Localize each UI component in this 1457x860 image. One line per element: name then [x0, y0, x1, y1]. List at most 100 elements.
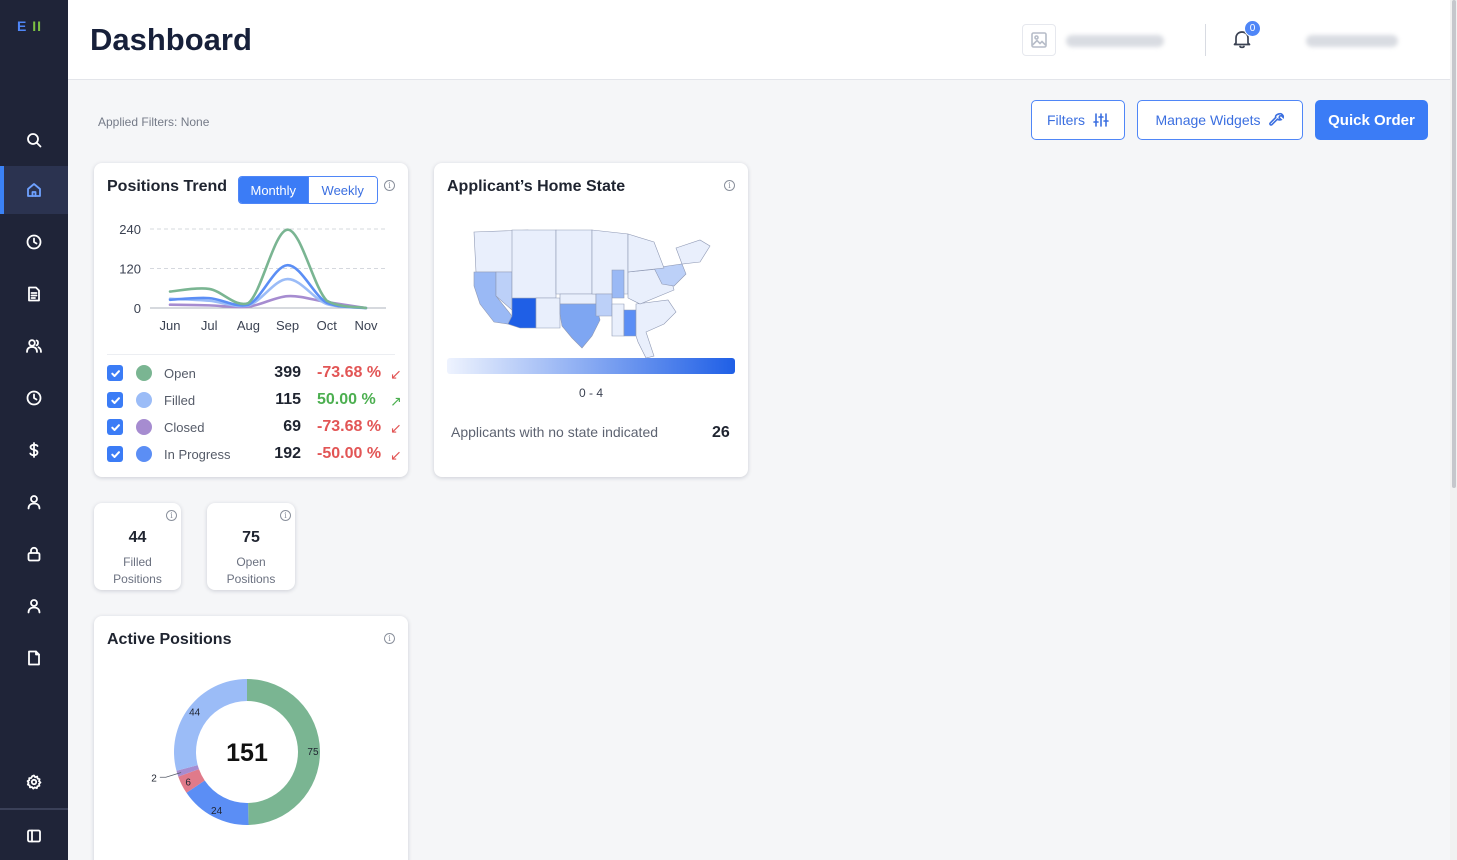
legend-change: -73.68 %: [317, 364, 382, 381]
legend-label: Filled: [164, 393, 196, 408]
check-icon: [110, 450, 120, 458]
legend-row-closed: Closed 69 -73.68 % ↙: [107, 417, 407, 437]
arrow-up-right-icon: ↗: [390, 393, 402, 409]
slice-label: 2: [151, 773, 157, 784]
trend-divider: [107, 354, 395, 355]
legend-checkbox[interactable]: [107, 419, 123, 435]
user-icon: [27, 495, 41, 510]
active-positions-title: Active Positions: [107, 631, 232, 648]
filled-positions-label: Filled Positions: [113, 555, 162, 586]
lock-icon: [27, 546, 41, 562]
x-tick-label: Jul: [201, 318, 218, 333]
arrow-down-left-icon: ↙: [390, 447, 402, 463]
notification-badge: 0: [1244, 20, 1261, 37]
top-header: Dashboard 0: [68, 0, 1450, 80]
gear-icon: [26, 774, 42, 790]
map-region-plains: [555, 229, 593, 295]
slice-label: 44: [189, 707, 201, 718]
legend-checkbox[interactable]: [107, 365, 123, 381]
image-icon: [1031, 32, 1047, 48]
sidebar-item-settings[interactable]: [0, 758, 68, 806]
sidebar-item-billing[interactable]: [0, 426, 68, 474]
map-region-illinois: [611, 269, 625, 299]
legend-color-dot: [136, 446, 152, 462]
toggle-weekly[interactable]: Weekly: [307, 177, 377, 203]
slice-label: 24: [211, 806, 223, 817]
legend-value: 399: [274, 364, 301, 381]
sidebar-toggle-icon: [27, 829, 41, 843]
filters-button[interactable]: Filters: [1031, 100, 1125, 140]
legend-value: 192: [274, 445, 301, 462]
sidebar-item-history[interactable]: [0, 218, 68, 266]
sidebar-item-home[interactable]: [0, 166, 68, 214]
legend-change: -73.68 %: [317, 418, 382, 435]
legend-change: -50.00 %: [317, 445, 382, 462]
map-region-oklahoma: [559, 293, 597, 305]
sidebar-item-files[interactable]: [0, 634, 68, 682]
clock-icon: [26, 234, 42, 250]
applied-filters-text: Applied Filters: None: [98, 115, 210, 129]
clock-icon: [26, 390, 42, 406]
legend-label: Closed: [164, 420, 205, 435]
open-positions-label: Open Positions: [226, 555, 276, 586]
quick-order-button[interactable]: Quick Order: [1315, 100, 1428, 140]
map-region-new-mexico: [535, 297, 561, 329]
no-state-label: Applicants with no state indicated: [451, 424, 659, 440]
positions-trend-chart: 0 120 240 Jun Jul Aug Sep Oct Nov: [119, 222, 386, 333]
legend-label: In Progress: [164, 447, 231, 462]
sidebar-item-timesheets[interactable]: [0, 374, 68, 422]
company-logo-placeholder[interactable]: [1022, 24, 1056, 56]
us-choropleth-map[interactable]: [468, 224, 718, 360]
map-region-alabama: [623, 309, 637, 337]
sidebar-item-search[interactable]: [0, 116, 68, 164]
slice-label: 6: [185, 777, 191, 788]
legend-checkbox[interactable]: [107, 446, 123, 462]
legend-change: 50.00 %: [317, 391, 376, 408]
info-icon[interactable]: i: [384, 180, 395, 191]
sliders-icon: [1093, 113, 1109, 127]
legend-row-filled: Filled 115 50.00 % ↗: [107, 390, 407, 410]
map-region-arkansas: [595, 293, 613, 317]
header-divider: [1205, 24, 1206, 56]
x-tick-label: Oct: [317, 318, 338, 333]
filled-positions-card[interactable]: i 44 Filled Positions: [94, 503, 181, 590]
document-icon: [28, 286, 40, 302]
trend-period-toggle: Monthly Weekly: [238, 176, 378, 204]
map-region-arizona: [507, 297, 537, 329]
legend-color-dot: [136, 419, 152, 435]
sidebar-collapse-toggle[interactable]: [0, 812, 68, 860]
sidebar-item-security[interactable]: [0, 530, 68, 578]
sidebar-item-documents[interactable]: [0, 270, 68, 318]
legend-row-open: Open 399 -73.68 % ↙: [107, 363, 407, 383]
y-tick-label: 120: [119, 262, 141, 277]
info-icon[interactable]: i: [724, 180, 735, 191]
slice-label: 75: [307, 747, 319, 758]
info-icon[interactable]: i: [384, 633, 395, 644]
brand-logo[interactable]: E II: [17, 18, 42, 34]
legend-row-in-progress: In Progress 192 -50.00 % ↙: [107, 444, 407, 464]
filled-positions-value: 44: [128, 529, 147, 546]
open-positions-value: 75: [242, 529, 260, 546]
user-name-redacted[interactable]: [1306, 35, 1398, 47]
info-icon[interactable]: i: [280, 510, 291, 521]
check-icon: [110, 369, 120, 377]
page-scrollbar-thumb[interactable]: [1452, 0, 1456, 488]
info-icon[interactable]: i: [166, 510, 177, 521]
active-positions-donut: 75 24 6 2 44 151: [151, 679, 321, 825]
sidebar-item-users[interactable]: [0, 322, 68, 370]
x-tick-label: Nov: [354, 318, 378, 333]
y-tick-label: 0: [134, 301, 141, 316]
users-icon: [26, 339, 42, 353]
legend-checkbox[interactable]: [107, 392, 123, 408]
open-positions-card[interactable]: i 75 Open Positions: [207, 503, 295, 590]
legend-color-dot: [136, 392, 152, 408]
manage-widgets-button[interactable]: Manage Widgets: [1137, 100, 1303, 140]
sidebar-item-account[interactable]: [0, 582, 68, 630]
sidebar-item-profile[interactable]: [0, 478, 68, 526]
toggle-monthly[interactable]: Monthly: [239, 177, 308, 203]
file-icon: [28, 650, 40, 666]
donut-slice[interactable]: [186, 780, 249, 825]
map-region-southeast: [635, 299, 677, 359]
search-icon: [27, 133, 42, 148]
user-icon: [27, 599, 41, 614]
